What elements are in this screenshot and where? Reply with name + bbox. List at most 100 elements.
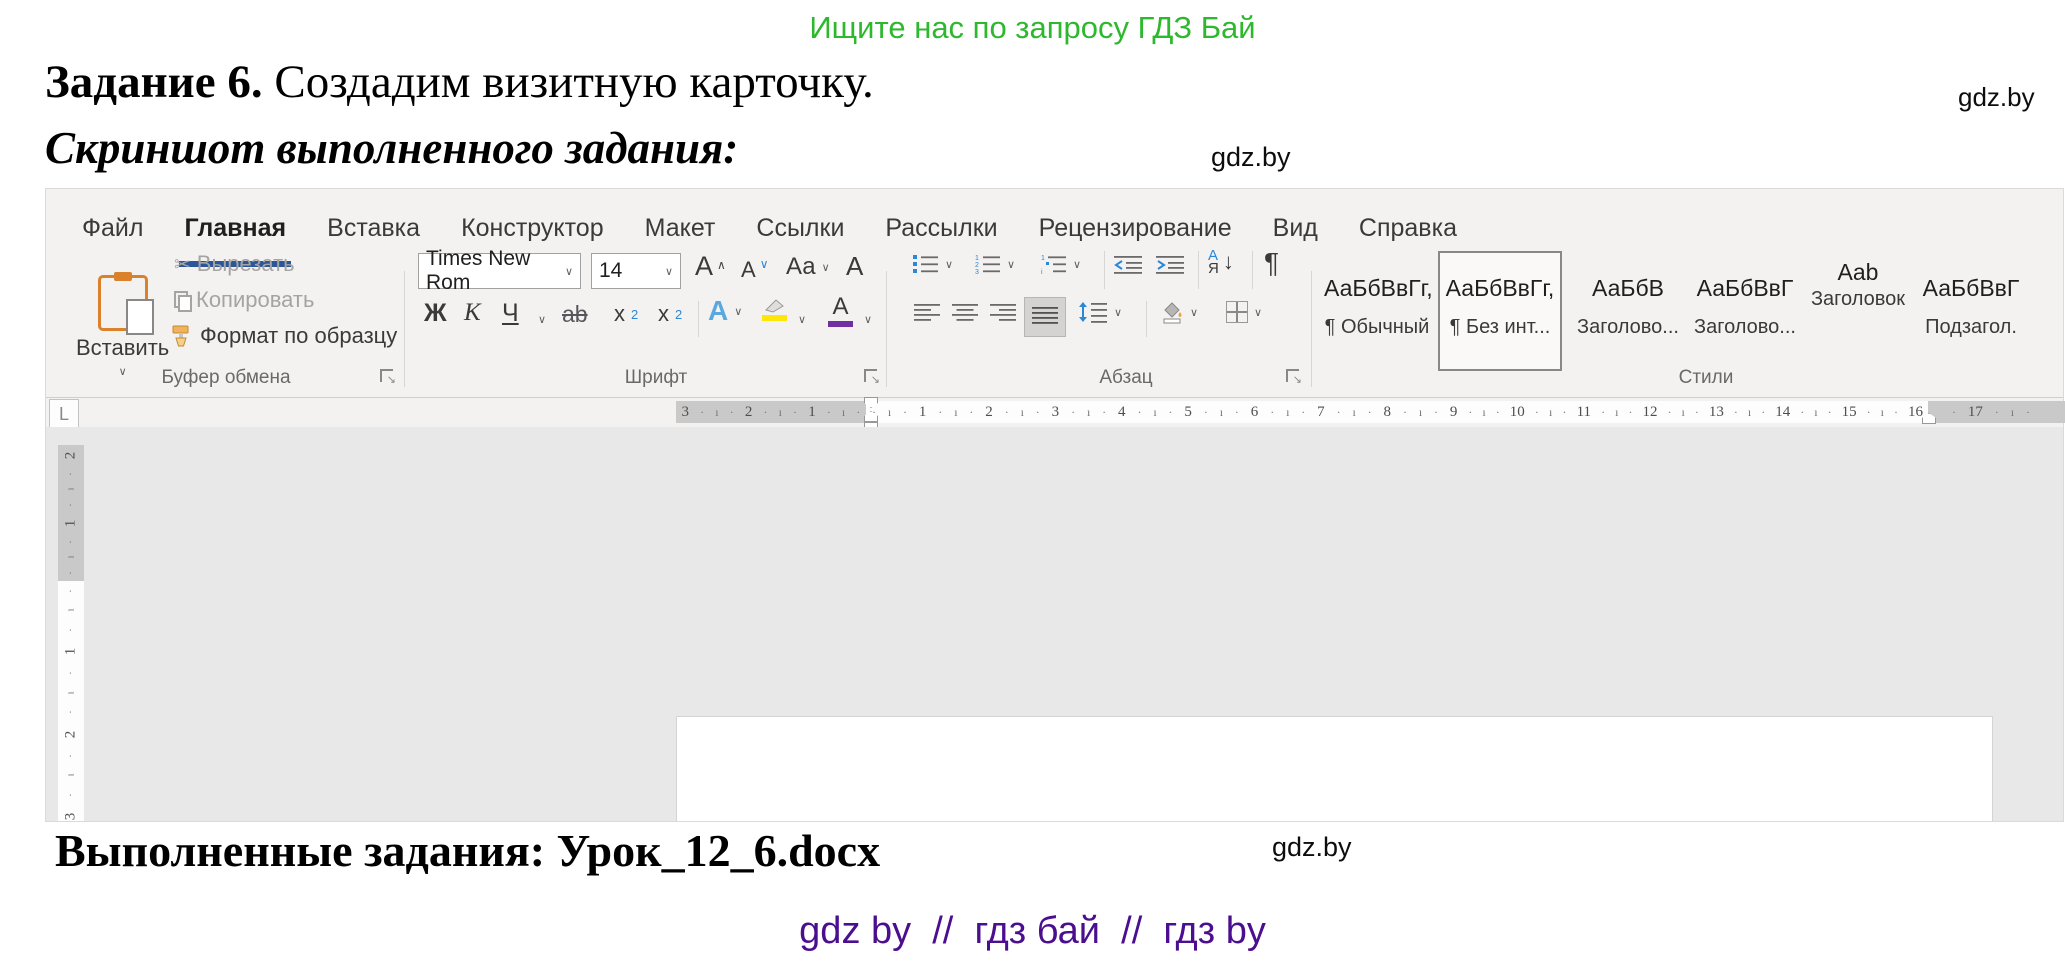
- done-tasks-heading: Выполненные задания: Урок_12_6.docx: [55, 824, 880, 877]
- line-spacing-button[interactable]: ∨: [1078, 301, 1122, 323]
- chevron-down-icon: ∨: [822, 261, 830, 274]
- document-page[interactable]: Иванов Иван Ученик 6 «Б» класса Гимназии…: [676, 716, 1993, 821]
- multilevel-list-icon: 1 i: [1040, 253, 1067, 275]
- paste-label: Вставить: [76, 335, 169, 361]
- decrease-indent-button[interactable]: [1114, 255, 1142, 275]
- caret-up-icon: ∧: [717, 258, 726, 272]
- style-normal[interactable]: АаБбВвГг, ¶ Обычный: [1324, 249, 1430, 369]
- watermark-text: gdz.by: [1211, 142, 1291, 173]
- font-color-button[interactable]: А: [828, 293, 853, 327]
- chevron-down-icon: ∨: [1190, 306, 1198, 319]
- align-left-button[interactable]: [914, 303, 940, 323]
- chevron-down-icon: ∨: [665, 265, 673, 278]
- highlight-color-button[interactable]: [762, 297, 787, 321]
- shrink-font-button[interactable]: А ∨: [741, 257, 768, 283]
- paint-bucket-icon: [1158, 299, 1184, 325]
- grow-font-glyph: А: [695, 251, 713, 282]
- indent-icon: [1156, 255, 1184, 275]
- style-sample: АаБбВвГ: [1920, 275, 2022, 302]
- multilevel-list-button[interactable]: 1 i ∨: [1040, 253, 1081, 275]
- change-case-button[interactable]: Аа ∨: [786, 253, 830, 281]
- chevron-down-icon: ∨: [1007, 258, 1015, 271]
- small-divider: [1252, 251, 1253, 289]
- styles-group-label: Стили: [1646, 367, 1766, 389]
- style-heading1[interactable]: АаБбВ Заголово...: [1570, 249, 1686, 369]
- outdent-icon: [1114, 255, 1142, 275]
- chevron-down-icon: ∨: [1114, 306, 1122, 319]
- align-right-button[interactable]: [990, 303, 1016, 323]
- underline-button[interactable]: Ч: [502, 299, 519, 328]
- task-number: Задание 6.: [45, 56, 263, 108]
- paragraph-dialog-launcher[interactable]: [1286, 369, 1299, 382]
- align-center-button[interactable]: [952, 303, 978, 323]
- ruler-body: ·ı·1·ı·2·ı·3·ı·4·ı·5·ı·6·ı·7·ı·8·ı·9·ı·1…: [866, 401, 1928, 423]
- change-case-glyph: Аа: [786, 253, 816, 281]
- document-area: 2·ı·1·ı· ·ı·1·ı·2·ı·3 Иванов Иван Ученик…: [46, 427, 2063, 821]
- align-right-icon: [990, 303, 1016, 323]
- style-heading2[interactable]: АаБбВвГ Заголово...: [1694, 249, 1796, 369]
- style-sample: АаБбВвГг,: [1324, 275, 1430, 302]
- increase-indent-button[interactable]: [1156, 255, 1184, 275]
- strikethrough-button[interactable]: ab: [562, 301, 588, 328]
- copy-button[interactable]: Копировать: [174, 287, 314, 313]
- style-title[interactable]: Aab Заголовок: [1802, 249, 1914, 369]
- borders-icon: [1226, 301, 1248, 323]
- clear-formatting-glyph: А: [846, 251, 863, 282]
- text-effects-button[interactable]: А ∨: [708, 295, 742, 327]
- borders-button[interactable]: ∨: [1226, 301, 1262, 323]
- justify-icon: [1032, 306, 1058, 326]
- svg-text:2: 2: [975, 262, 979, 269]
- cut-button[interactable]: ✂ Вырезать: [174, 251, 295, 277]
- paste-button[interactable]: Вставить ∨: [76, 275, 169, 378]
- tab-stop-selector[interactable]: L: [49, 399, 79, 429]
- style-subtitle[interactable]: АаБбВвГ Подзагол.: [1920, 249, 2022, 369]
- watermark-text: gdz.by: [1272, 832, 1352, 863]
- font-color-options-chevron[interactable]: ∨: [864, 313, 872, 326]
- svg-text:1: 1: [975, 255, 979, 262]
- format-painter-button[interactable]: Формат по образцу: [170, 323, 397, 349]
- font-dialog-launcher[interactable]: [864, 369, 877, 382]
- paragraph-group-label: Абзац: [1036, 367, 1216, 389]
- clipboard-group-label: Буфер обмена: [86, 367, 366, 389]
- style-no-spacing[interactable]: АаБбВвГг, ¶ Без инт...: [1438, 251, 1562, 371]
- chevron-down-icon: ∨: [945, 258, 953, 271]
- done-tasks-filename[interactable]: Урок_12_6.docx: [557, 825, 881, 876]
- show-marks-button[interactable]: ¶: [1264, 247, 1279, 279]
- vertical-ruler[interactable]: 2·ı·1·ı· ·ı·1·ı·2·ı·3: [58, 435, 84, 821]
- sort-button[interactable]: А Я ↓: [1208, 249, 1234, 275]
- shading-button[interactable]: ∨: [1158, 299, 1198, 325]
- grow-font-button[interactable]: А ∧: [695, 251, 726, 282]
- style-sample: АаБбВвГг,: [1440, 275, 1560, 302]
- watermark-text: gdz.by: [1958, 82, 2035, 113]
- chevron-down-icon: ∨: [1254, 306, 1262, 319]
- numbered-list-icon: 1 2 3: [974, 253, 1001, 275]
- caret-down-icon: ∨: [760, 257, 769, 271]
- tab-file[interactable]: Файл: [82, 189, 143, 267]
- highlight-options-chevron[interactable]: ∨: [798, 313, 806, 326]
- small-divider: [698, 301, 699, 337]
- subscript-button[interactable]: x2: [614, 301, 638, 327]
- font-color-glyph: А: [832, 293, 848, 321]
- font-size-select[interactable]: 14 ∨: [591, 253, 681, 289]
- top-banner: Ищите нас по запросу ГДЗ Бай: [0, 10, 2065, 46]
- superscript-button[interactable]: x2: [658, 301, 682, 327]
- numbering-button[interactable]: 1 2 3 ∨: [974, 253, 1015, 275]
- justify-button[interactable]: [1024, 297, 1066, 337]
- style-label: ¶ Без инт...: [1440, 316, 1560, 339]
- format-painter-label: Формат по образцу: [200, 323, 397, 349]
- italic-button[interactable]: К: [464, 299, 481, 327]
- pilcrow-icon: ¶: [1264, 247, 1279, 279]
- shrink-font-glyph: А: [741, 257, 756, 283]
- line-spacing-icon: [1078, 301, 1108, 323]
- sort-arrow-icon: ↓: [1223, 249, 1234, 275]
- font-family-value: Times New Rom: [426, 247, 565, 295]
- italic-glyph: К: [464, 299, 481, 327]
- font-family-select[interactable]: Times New Rom ∨: [418, 253, 581, 289]
- superscript-mark: 2: [675, 307, 682, 322]
- clipboard-dialog-launcher[interactable]: [380, 369, 393, 382]
- bold-button[interactable]: Ж: [424, 299, 447, 328]
- underline-options-chevron[interactable]: ∨: [538, 313, 546, 326]
- tab-insert[interactable]: Вставка: [327, 189, 420, 267]
- bullets-button[interactable]: ∨: [912, 253, 953, 275]
- chevron-down-icon: ∨: [1073, 258, 1081, 271]
